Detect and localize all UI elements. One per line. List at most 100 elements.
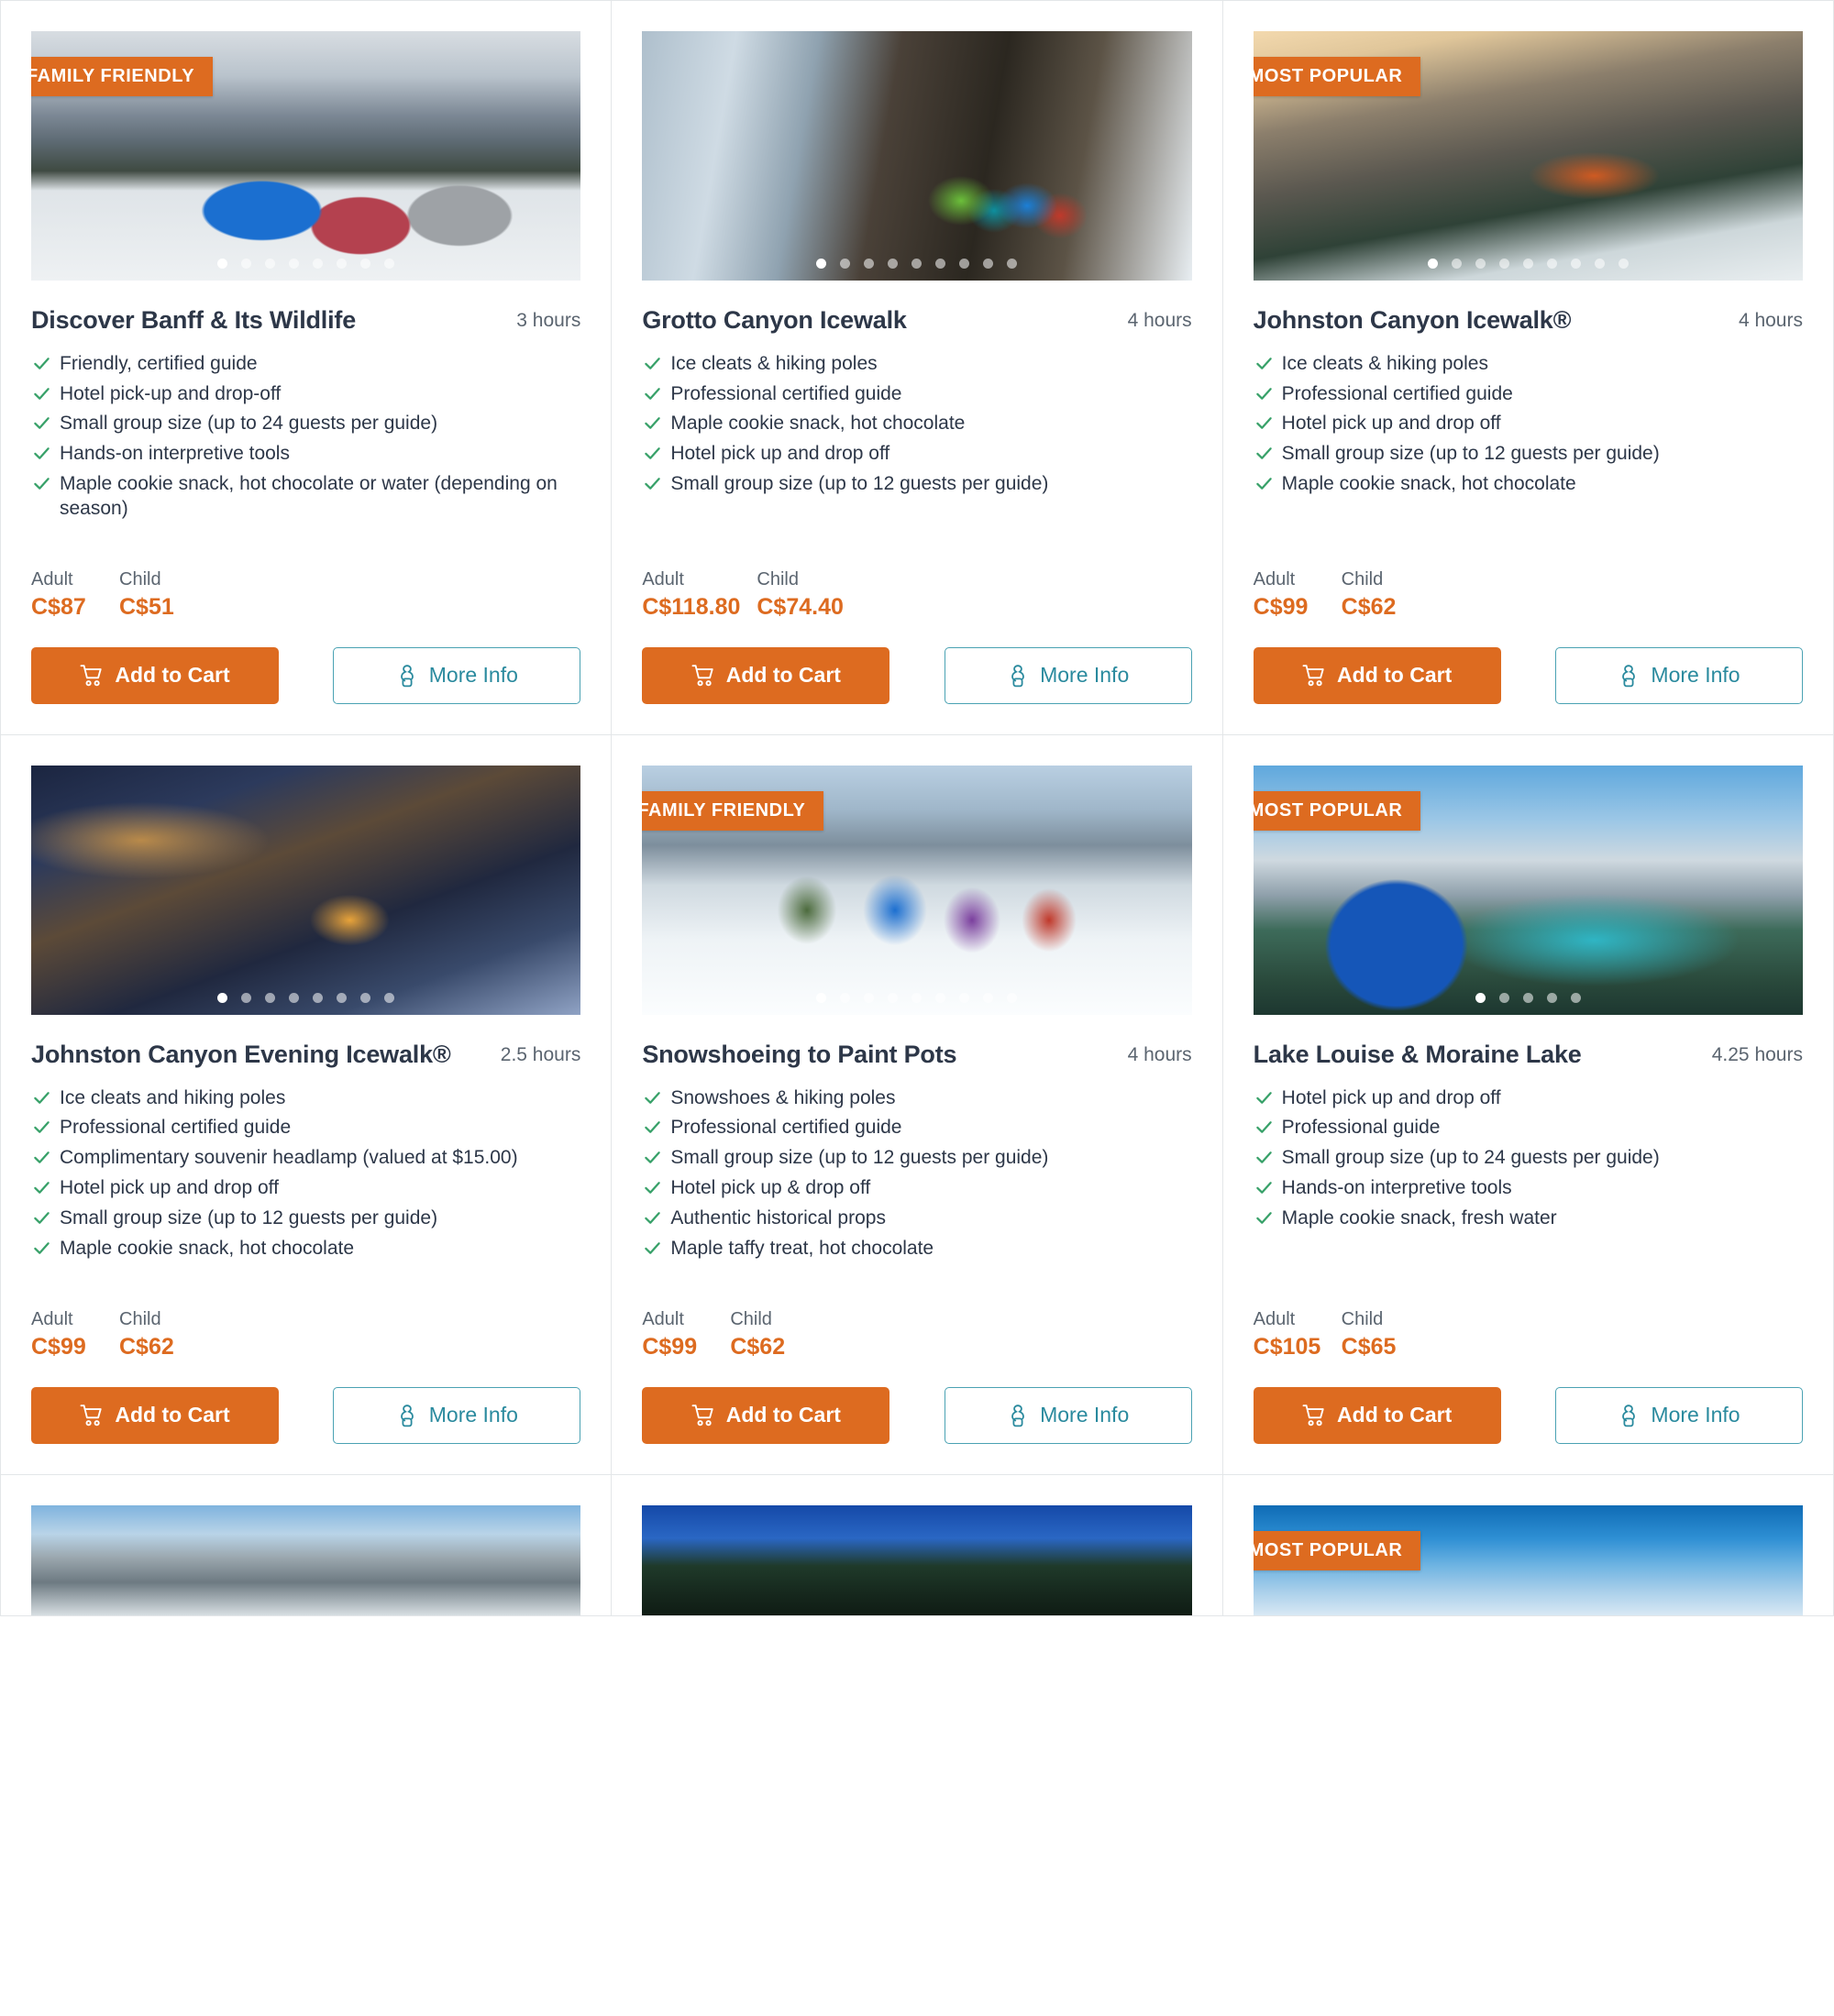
carousel-dot[interactable]	[1451, 259, 1462, 269]
card-image[interactable]: MOST POPULAR	[1253, 31, 1803, 281]
carousel-dot[interactable]	[1594, 259, 1605, 269]
card-image[interactable]	[642, 1504, 1192, 1615]
check-icon	[645, 478, 661, 490]
check-icon	[34, 447, 50, 460]
carousel-dot[interactable]	[1570, 259, 1581, 269]
carousel-dot[interactable]	[1546, 259, 1557, 269]
carousel-dot[interactable]	[1007, 259, 1018, 269]
card-image[interactable]: FAMILY FRIENDLY	[642, 765, 1192, 1015]
add-to-cart-button[interactable]: Add to Cart	[642, 646, 890, 704]
carousel-dot[interactable]	[1522, 259, 1533, 269]
carousel-dot[interactable]	[1522, 992, 1533, 1003]
adult-price-block: Adult C$118.80	[642, 567, 740, 623]
tour-title[interactable]: Discover Banff & Its Wildlife	[31, 304, 356, 337]
carousel-dot[interactable]	[1498, 259, 1509, 269]
carousel-dot[interactable]	[313, 992, 324, 1003]
more-info-button[interactable]: More Info	[944, 646, 1192, 704]
carousel-dot[interactable]	[337, 992, 348, 1003]
feature-text: Hotel pick up and drop off	[60, 1177, 279, 1199]
carousel-dot[interactable]	[1498, 992, 1509, 1003]
carousel-dot[interactable]	[911, 992, 923, 1003]
carousel-dot[interactable]	[384, 259, 395, 269]
feature-list: Snowshoes & hiking poles Professional cer…	[642, 1086, 1191, 1267]
carousel-dot[interactable]	[959, 992, 970, 1003]
more-info-button[interactable]: More Info	[333, 646, 581, 704]
carousel-dots[interactable]	[31, 259, 580, 269]
carousel-dot[interactable]	[1007, 992, 1018, 1003]
carousel-dot[interactable]	[983, 992, 994, 1003]
carousel-dot[interactable]	[911, 259, 923, 269]
tour-title[interactable]: Lake Louise & Moraine Lake	[1254, 1039, 1582, 1072]
cta-row: Add to Cart More Info	[31, 646, 581, 704]
add-to-cart-button[interactable]: Add to Cart	[642, 1386, 890, 1444]
add-to-cart-button[interactable]: Add to Cart	[1253, 1386, 1501, 1444]
card-image[interactable]: MOST POPULAR	[1253, 1504, 1803, 1615]
card-image[interactable]	[31, 1504, 581, 1615]
carousel-dot[interactable]	[1570, 992, 1581, 1003]
carousel-dot[interactable]	[888, 992, 899, 1003]
carousel-dot[interactable]	[289, 992, 300, 1003]
carousel-dot[interactable]	[1427, 259, 1438, 269]
carousel-dot[interactable]	[840, 992, 851, 1003]
tour-title[interactable]: Grotto Canyon Icewalk	[642, 304, 907, 337]
carousel-dot[interactable]	[337, 259, 348, 269]
carousel-dot[interactable]	[864, 259, 875, 269]
carousel-dot[interactable]	[840, 259, 851, 269]
carousel-dot[interactable]	[816, 992, 827, 1003]
tour-duration: 4 hours	[1738, 310, 1803, 331]
carousel-dot[interactable]	[360, 259, 371, 269]
carousel-dot[interactable]	[384, 992, 395, 1003]
carousel-dots[interactable]	[642, 992, 1191, 1003]
tour-title[interactable]: Snowshoeing to Paint Pots	[642, 1039, 956, 1072]
add-to-cart-button[interactable]: Add to Cart	[1253, 646, 1501, 704]
adult-price-block: Adult C$87	[31, 567, 103, 623]
carousel-dot[interactable]	[816, 259, 827, 269]
adult-price-block: Adult C$105	[1254, 1307, 1325, 1363]
carousel-dot[interactable]	[935, 992, 946, 1003]
carousel-dot[interactable]	[265, 259, 276, 269]
tour-title[interactable]: Johnston Canyon Evening Icewalk®	[31, 1039, 451, 1072]
carousel-dot[interactable]	[265, 992, 276, 1003]
carousel-dots[interactable]	[1254, 259, 1803, 269]
carousel-dot[interactable]	[217, 992, 228, 1003]
card-image[interactable]: MOST POPULAR	[1253, 765, 1803, 1015]
card-image[interactable]: FAMILY FRIENDLY	[31, 31, 581, 281]
feature-item: Small group size (up to 24 guests per gu…	[1254, 1146, 1803, 1176]
carousel-dot[interactable]	[313, 259, 324, 269]
more-info-label: More Info	[428, 663, 518, 688]
carousel-dot[interactable]	[217, 259, 228, 269]
carousel-dot[interactable]	[241, 259, 252, 269]
more-info-button[interactable]: More Info	[944, 1386, 1192, 1444]
card-image[interactable]	[31, 765, 581, 1015]
feature-item: Maple cookie snack, hot chocolate	[1254, 472, 1803, 502]
adult-price-label: Adult	[642, 1308, 684, 1329]
child-price-block: Child C$62	[1342, 567, 1397, 623]
feature-text: Ice cleats and hiking poles	[60, 1086, 286, 1108]
card-image[interactable]	[642, 31, 1192, 281]
carousel-dot[interactable]	[241, 992, 252, 1003]
more-info-button[interactable]: More Info	[333, 1386, 581, 1444]
carousel-dots[interactable]	[31, 992, 580, 1003]
shopping-cart-icon	[80, 665, 103, 687]
shopping-cart-icon	[1302, 665, 1324, 687]
carousel-dot[interactable]	[864, 992, 875, 1003]
carousel-dot[interactable]	[888, 259, 899, 269]
carousel-dot[interactable]	[1546, 992, 1557, 1003]
tour-title[interactable]: Johnston Canyon Icewalk®	[1254, 304, 1572, 337]
carousel-dot[interactable]	[1618, 259, 1629, 269]
carousel-dot[interactable]	[935, 259, 946, 269]
add-to-cart-button[interactable]: Add to Cart	[31, 646, 279, 704]
feature-item: Small group size (up to 12 guests per gu…	[1254, 442, 1803, 472]
more-info-button[interactable]: More Info	[1554, 1386, 1803, 1444]
carousel-dots[interactable]	[642, 259, 1191, 269]
carousel-dot[interactable]	[289, 259, 300, 269]
add-to-cart-button[interactable]: Add to Cart	[31, 1386, 279, 1444]
carousel-dot[interactable]	[983, 259, 994, 269]
carousel-dot[interactable]	[360, 992, 371, 1003]
carousel-dots[interactable]	[1254, 992, 1803, 1003]
carousel-dot[interactable]	[959, 259, 970, 269]
more-info-button[interactable]: More Info	[1554, 646, 1803, 704]
feature-item: Hotel pick up and drop off	[1254, 412, 1803, 442]
carousel-dot[interactable]	[1475, 259, 1486, 269]
carousel-dot[interactable]	[1475, 992, 1486, 1003]
